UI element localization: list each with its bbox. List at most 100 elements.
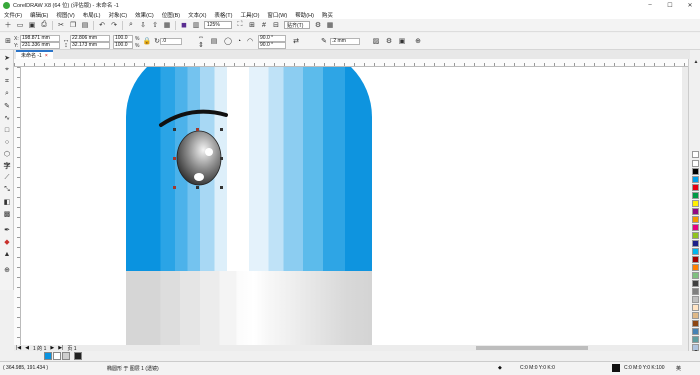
copy-icon[interactable]: ❐ [68,20,78,30]
drop-shadow-icon[interactable]: ◧ [2,197,12,207]
palette-swatch[interactable] [692,304,699,311]
add-tool-icon[interactable]: ⊕ [2,265,12,275]
close-button[interactable]: ✕ [680,2,700,9]
options-gear-icon[interactable]: ⚙ [313,20,323,30]
palette-swatch[interactable] [692,280,699,287]
search-content-icon[interactable]: ⌕ [126,20,136,30]
menu-bitmaps[interactable]: 位图(B) [162,11,180,19]
document-swatch-blue[interactable] [44,352,52,360]
smart-fill-icon[interactable]: ▲ [2,249,12,259]
palette-swatch[interactable] [692,200,699,207]
palette-swatch[interactable] [692,192,699,199]
document-swatch-black[interactable] [74,352,82,360]
mirror-vertical-icon[interactable]: ⇕ [196,41,206,49]
undo-icon[interactable]: ↶ [97,20,107,30]
menu-window[interactable]: 窗口(W) [267,11,287,19]
palette-swatch[interactable] [692,296,699,303]
document-tab[interactable]: 未命名 -1 × [16,50,53,59]
minimize-button[interactable]: – [640,2,660,9]
menu-layout[interactable]: 布局(L) [83,11,101,19]
lock-ratio-icon[interactable]: 🔒 [142,36,152,46]
open-folder-icon[interactable]: ▭ [15,20,25,30]
menu-view[interactable]: 视图(V) [56,11,74,19]
horizontal-ruler[interactable] [14,59,688,67]
export-pdf-icon[interactable]: ▦ [162,20,172,30]
crop-tool-icon[interactable]: ⌗ [2,77,12,87]
to-front-icon[interactable]: ▣ [397,36,407,46]
app-launcher-icon[interactable]: ◼ [179,20,189,30]
connector-tool-icon[interactable]: ⤡ [2,185,12,195]
pick-tool-icon[interactable]: ➤ [2,53,12,63]
palette-swatch[interactable] [692,168,699,175]
palette-swatch[interactable] [692,176,699,183]
horizontal-scroll-thumb[interactable] [476,346,588,350]
zoom-select[interactable]: 125% [204,21,232,29]
menu-object[interactable]: 对象(C) [108,11,127,19]
print-icon[interactable]: ⎙ [39,20,49,30]
object-origin-icon[interactable]: ⊞ [3,36,13,46]
end-angle-field[interactable]: 90.0 ° [258,42,286,49]
shape-tool-icon[interactable]: ⌖ [2,65,12,75]
polygon-tool-icon[interactable]: ⬡ [2,149,12,159]
document-swatch-white[interactable] [53,352,61,360]
palette-swatch[interactable] [692,184,699,191]
palette-swatch[interactable] [692,248,699,255]
menu-buy[interactable]: 购买 [322,11,333,19]
palette-swatch[interactable] [692,160,699,167]
transparency-tool-icon[interactable]: ▩ [2,209,12,219]
artistic-media-icon[interactable]: ∿ [2,113,12,123]
y-position-field[interactable]: 231.336 mm [20,42,60,49]
palette-swatch[interactable] [692,328,699,335]
interactive-fill-icon[interactable]: ◆ [2,237,12,247]
menu-table[interactable]: 表格(T) [214,11,232,19]
palette-swatch[interactable] [692,312,699,319]
width-field[interactable]: 22.806 mm [70,35,110,42]
freehand-tool-icon[interactable]: ✎ [2,101,12,111]
import-icon[interactable]: ⇩ [138,20,148,30]
paste-icon[interactable]: ▤ [80,20,90,30]
export-icon[interactable]: ⇧ [150,20,160,30]
cut-icon[interactable]: ✂ [56,20,66,30]
rotation-field[interactable]: .0 [160,38,182,45]
guidelines-icon[interactable]: ⊟ [271,20,281,30]
ellipse-icon[interactable]: ◯ [223,36,233,46]
drawing-canvas[interactable] [21,67,688,345]
text-tool-icon[interactable]: 字 [2,161,12,171]
palette-swatch[interactable] [692,256,699,263]
palette-swatch[interactable] [692,240,699,247]
start-angle-field[interactable]: 90.0 ° [258,35,286,42]
vertical-ruler[interactable] [14,67,21,345]
no-color-swatch[interactable] [692,151,699,158]
redo-icon[interactable]: ↷ [109,20,119,30]
menu-edit[interactable]: 编辑(E) [30,11,48,19]
outline-width-field[interactable]: .2 mm [330,38,360,45]
document-swatch-gray[interactable] [62,352,70,360]
rectangle-tool-icon[interactable]: □ [2,125,12,135]
eyedropper-icon[interactable]: ✒ [2,225,12,235]
convert-to-curves-icon[interactable]: ⚙ [384,36,394,46]
palette-swatch[interactable] [692,216,699,223]
palette-swatch[interactable] [692,208,699,215]
full-screen-icon[interactable]: ⛶ [235,20,245,30]
zoom-tool-icon[interactable]: ⌕ [2,89,12,99]
menu-tools[interactable]: 工具(O) [240,11,259,19]
palette-swatch[interactable] [692,232,699,239]
height-field[interactable]: 32.173 mm [70,42,110,49]
scale-height-field[interactable]: 100.0 [113,42,133,49]
parallel-dimension-icon[interactable]: ⟋ [2,173,12,183]
add-icon[interactable]: ⊕ [413,36,423,46]
application-launcher-icon[interactable]: ▦ [325,20,335,30]
save-icon[interactable]: ▣ [27,20,37,30]
x-position-field[interactable]: 198.871 mm [20,35,60,42]
menu-text[interactable]: 文本(X) [188,11,206,19]
ime-indicator[interactable]: 英 [676,365,681,372]
align-icon[interactable]: ▤ [209,36,219,46]
arc-icon[interactable]: ◠ [245,36,255,46]
scale-width-field[interactable]: 100.0 [113,35,133,42]
palette-swatch[interactable] [692,264,699,271]
palette-swatch[interactable] [692,224,699,231]
close-tab-icon[interactable]: × [45,53,48,59]
palette-scroll-up-icon[interactable]: ▲ [691,59,700,65]
change-direction-icon[interactable]: ⇄ [291,36,301,46]
welcome-icon[interactable]: ▥ [191,20,201,30]
